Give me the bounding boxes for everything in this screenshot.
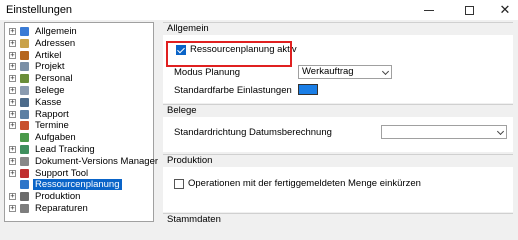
- tree-item-label: Allgemein: [35, 26, 77, 37]
- tree-item-label: Artikel: [35, 49, 62, 61]
- project-icon: [20, 62, 29, 72]
- window-title: Einstellungen: [6, 4, 73, 16]
- expand-icon[interactable]: +: [9, 146, 16, 153]
- tree-item-label: Termine: [35, 120, 69, 132]
- operationen-label: Operationen mit der fertiggemeldeten Men…: [188, 178, 421, 189]
- expand-icon[interactable]: +: [9, 169, 16, 177]
- section-produktion: Operationen mit der fertiggemeldeten Men…: [163, 167, 513, 212]
- settings-panel: Allgemein Ressourcenplanung aktiv Modus …: [163, 22, 513, 226]
- standardrichtung-select[interactable]: [381, 125, 507, 139]
- tree-item-produktion[interactable]: + Produktion: [5, 191, 153, 202]
- person-icon: [20, 74, 29, 84]
- repair-icon: [20, 204, 29, 213]
- production-icon: [20, 192, 29, 202]
- article-icon: [20, 50, 29, 60]
- maximize-button[interactable]: [452, 0, 486, 20]
- tree-item-label: Personal: [35, 73, 73, 85]
- support-icon: [20, 168, 29, 178]
- tree-item-label: Produktion: [35, 191, 81, 203]
- tree-item-belege[interactable]: + Belege: [5, 85, 153, 96]
- maximize-icon: [464, 5, 474, 15]
- tree-item-label: Projekt: [35, 61, 65, 73]
- tree-item-label: Ressourcenplanung: [33, 179, 122, 191]
- tree-item-lead-tracking[interactable]: + Lead Tracking: [5, 144, 153, 155]
- tree-item-allgemein[interactable]: + Allgemein: [5, 26, 153, 37]
- chevron-down-icon: [381, 67, 390, 76]
- tree-item-label: Belege: [35, 85, 65, 96]
- section-header-belege: Belege: [163, 104, 513, 117]
- settings-icon: [20, 27, 29, 36]
- modus-planung-select[interactable]: Werkauftrag: [298, 65, 392, 79]
- expand-icon[interactable]: +: [9, 110, 16, 118]
- tree-item-artikel[interactable]: + Artikel: [5, 50, 153, 61]
- standardrichtung-label: Standardrichtung Datumsberechnung: [174, 127, 332, 138]
- standardfarbe-label: Standardfarbe Einlastungen: [174, 85, 292, 96]
- tree-item-label: Aufgaben: [35, 132, 76, 144]
- section-header-produktion: Produktion: [163, 154, 513, 167]
- tree-item-kasse[interactable]: + Kasse: [5, 97, 153, 108]
- cash-register-icon: [20, 97, 29, 107]
- minimize-button[interactable]: [412, 0, 446, 20]
- tree-item-support-tool[interactable]: + Support Tool: [5, 168, 153, 179]
- tree-item-rapport[interactable]: + Rapport: [5, 109, 153, 120]
- close-button[interactable]: ✕: [488, 0, 518, 20]
- expand-icon[interactable]: +: [9, 205, 16, 212]
- modus-planung-label: Modus Planung: [174, 67, 241, 78]
- tree-item-projekt[interactable]: + Projekt: [5, 61, 153, 72]
- tree-item-aufgaben[interactable]: Aufgaben: [5, 132, 153, 143]
- tree-item-personal[interactable]: + Personal: [5, 73, 153, 84]
- section-header-stammdaten: Stammdaten: [163, 213, 513, 226]
- tree-item-ressourcenplanung[interactable]: Ressourcenplanung: [5, 179, 153, 191]
- close-icon: ✕: [499, 2, 511, 17]
- versions-icon: [20, 156, 29, 166]
- expand-icon[interactable]: +: [9, 51, 16, 59]
- tree-item-label: Kasse: [35, 96, 62, 108]
- standardfarbe-color-picker[interactable]: [298, 84, 318, 95]
- expand-icon[interactable]: +: [9, 122, 16, 130]
- settings-tree[interactable]: + Allgemein + Adressen + Artikel + Projekt + Pers…: [4, 22, 158, 222]
- expand-icon[interactable]: +: [9, 98, 16, 106]
- section-belege: Standardrichtung Datumsberechnung: [163, 117, 513, 152]
- calendar-icon: [20, 121, 29, 131]
- expand-icon[interactable]: +: [9, 63, 16, 71]
- highlight-box: [166, 41, 292, 67]
- section-header-allgemein: Allgemein: [163, 22, 513, 35]
- title-bar: Einstellungen ✕: [0, 0, 518, 20]
- tree-item-label: Dokument-Versions Manager: [35, 155, 159, 167]
- expand-icon[interactable]: +: [9, 39, 16, 47]
- operationen-checkbox[interactable]: [174, 179, 184, 189]
- minimize-icon: [424, 9, 434, 11]
- tasks-icon: [20, 133, 29, 143]
- modus-planung-value: Werkauftrag: [302, 66, 354, 77]
- expand-icon[interactable]: +: [9, 157, 16, 165]
- lead-icon: [20, 145, 29, 154]
- tree-item-label: Rapport: [35, 108, 69, 120]
- tree-item-label: Lead Tracking: [35, 144, 95, 155]
- resource-planning-icon: [20, 180, 29, 190]
- chevron-down-icon: [496, 127, 505, 136]
- expand-icon[interactable]: +: [9, 87, 16, 94]
- tree-item-dokument-versions-manager[interactable]: + Dokument-Versions Manager: [5, 156, 158, 167]
- expand-icon[interactable]: +: [9, 75, 16, 83]
- tree-item-label: Adressen: [35, 37, 76, 49]
- tree-item-label: Reparaturen: [35, 203, 88, 214]
- report-icon: [20, 109, 29, 119]
- tree-item-reparaturen[interactable]: + Reparaturen: [5, 203, 153, 214]
- tree-item-adressen[interactable]: + Adressen: [5, 38, 153, 49]
- document-icon: [20, 86, 29, 95]
- address-book-icon: [20, 38, 29, 48]
- tree-item-termine[interactable]: + Termine: [5, 120, 153, 131]
- tree-item-label: Support Tool: [35, 167, 89, 179]
- expand-icon[interactable]: +: [9, 28, 16, 35]
- expand-icon[interactable]: +: [9, 193, 16, 201]
